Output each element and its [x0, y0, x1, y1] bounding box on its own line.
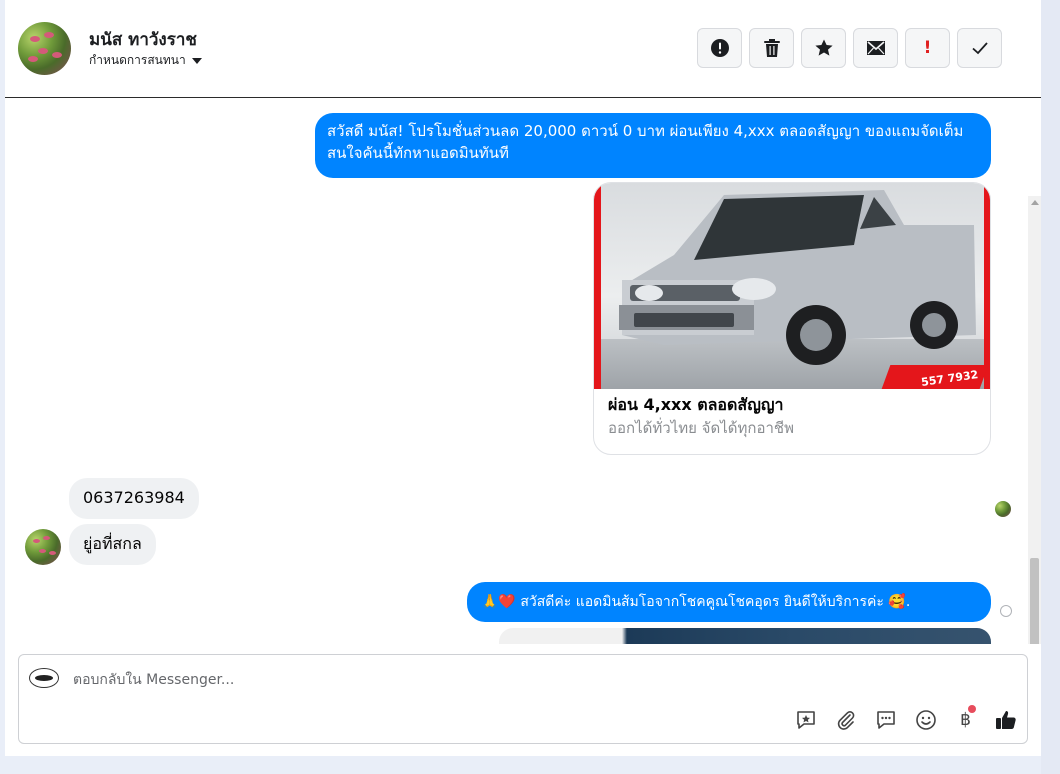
saved-reply-button[interactable]: [793, 707, 818, 732]
page-avatar: [29, 668, 59, 688]
sent-status-icon: [1000, 605, 1012, 617]
seen-avatar: [995, 501, 1011, 517]
incoming-message-phone[interactable]: 0637263984: [69, 478, 199, 519]
card-subtitle: ออกได้ทั่วไทย จัดได้ทุกอาชีพ: [608, 419, 794, 437]
reply-input[interactable]: [71, 667, 775, 693]
attachment-image-partial[interactable]: [499, 628, 991, 644]
header-toolbar: !: [697, 28, 1002, 68]
composer-actions: ฿: [793, 705, 1018, 732]
pickup-truck-illustration: [619, 190, 976, 365]
thumbs-up-icon: [995, 710, 1016, 729]
notification-dot: [968, 705, 976, 713]
sender-avatar[interactable]: [25, 529, 61, 565]
outgoing-message-promo[interactable]: สวัสดี มนัส! โปรโมชั่นส่วนลด 20,000 ดาวน…: [315, 113, 991, 178]
envelope-icon: [866, 41, 885, 55]
like-button[interactable]: [993, 707, 1018, 732]
payment-button[interactable]: ฿: [953, 705, 978, 732]
trash-icon: [763, 39, 780, 57]
paperclip-icon: [837, 710, 854, 730]
scroll-up-arrow-icon[interactable]: [1031, 200, 1039, 205]
chat-bubble-icon: [876, 710, 895, 729]
promo-card[interactable]: 557 7932 ผ่อน 4,xxx ตลอดสัญญา ออกได้ทั่ว…: [593, 182, 991, 455]
car-image: 557 7932: [594, 183, 990, 389]
delete-button[interactable]: [749, 28, 794, 68]
exclamation-icon: !: [923, 38, 932, 58]
star-button[interactable]: [801, 28, 846, 68]
conversation-settings-label: กำหนดการสนทนา: [89, 53, 186, 67]
alert-circle-icon: [710, 39, 729, 57]
card-title: ผ่อน 4,xxx ตลอดสัญญา: [608, 395, 784, 414]
thread-scrollbar[interactable]: [1028, 196, 1041, 644]
message-thread: สวัสดี มนัส! โปรโมชั่นส่วนลด 20,000 ดาวน…: [5, 98, 1041, 644]
reply-composer: ฿: [18, 654, 1028, 744]
important-button[interactable]: !: [905, 28, 950, 68]
emoji-button[interactable]: [913, 707, 938, 732]
incoming-message-location[interactable]: ยู่อที่สกล: [69, 524, 156, 565]
caret-down-icon: [191, 57, 202, 64]
smiley-icon: [915, 709, 936, 730]
inbox-panel: มนัส ทาวังราช กำหนดการสนทนา ! สวัสดี มนั…: [5, 0, 1041, 756]
conversation-header: มนัส ทาวังราช กำหนดการสนทนา !: [5, 0, 1041, 98]
contact-avatar[interactable]: [18, 22, 71, 75]
conversation-settings-dropdown[interactable]: กำหนดการสนทนา: [89, 51, 202, 70]
scrollbar-thumb[interactable]: [1030, 558, 1039, 644]
report-button[interactable]: [697, 28, 742, 68]
contact-name: มนัส ทาวังราช: [89, 30, 197, 50]
done-button[interactable]: [957, 28, 1002, 68]
page-scrollbar[interactable]: [1041, 0, 1060, 774]
outgoing-message-greeting[interactable]: 🙏❤️ สวัสดีค่ะ แอดมินส้มโอจากโชคคูณโชคอุด…: [467, 582, 991, 622]
quick-reply-button[interactable]: [873, 707, 898, 732]
mark-unread-button[interactable]: [853, 28, 898, 68]
star-icon: [814, 39, 833, 56]
check-icon: [971, 42, 988, 55]
star-bubble-icon: [796, 710, 815, 729]
attach-button[interactable]: [833, 707, 858, 732]
